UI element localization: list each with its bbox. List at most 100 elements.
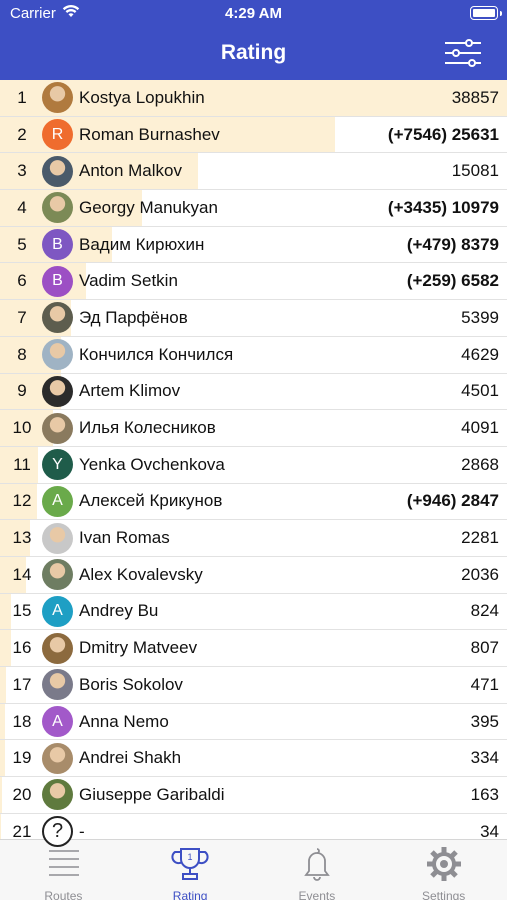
rank-number: 14	[12, 564, 32, 584]
user-name: Kostya Lopukhin	[79, 87, 205, 107]
user-name: Anna Nemo	[79, 711, 169, 731]
user-name: Ivan Romas	[79, 528, 170, 548]
rank-number: 10	[12, 418, 32, 438]
rating-row[interactable]: 10 Илья Колесников 4091	[0, 410, 507, 447]
rating-row[interactable]: 3 Anton Malkov 15081	[0, 153, 507, 191]
user-score: 34	[480, 821, 499, 841]
user-score: 334	[470, 748, 499, 768]
tab-routes[interactable]: Routes	[0, 840, 127, 900]
user-score: 5399	[461, 307, 499, 327]
rank-number: 11	[13, 454, 31, 474]
tab-label: Events	[298, 889, 336, 900]
rating-row[interactable]: 11 Y Yenka Ovchenkova 2868	[0, 446, 507, 484]
user-score: 163	[470, 784, 499, 804]
clock-label: 4:29 AM	[225, 5, 282, 22]
rank-number: 16	[12, 638, 32, 658]
avatar: A	[42, 706, 73, 738]
user-score: 4091	[461, 418, 499, 438]
rating-row[interactable]: 15 A Andrey Bu 824	[0, 593, 507, 631]
svg-text:1: 1	[188, 852, 193, 862]
avatar: R	[42, 119, 73, 151]
rank-number: 20	[12, 784, 32, 804]
rating-row[interactable]: 17 Boris Sokolov 471	[0, 667, 507, 704]
rating-list[interactable]: 1 Kostya Lopukhin 38857 2 R Roman Burnashev (+…	[0, 80, 507, 851]
bell-icon	[297, 845, 337, 888]
user-score: (+3435) 10979	[387, 197, 499, 217]
tab-rating[interactable]: 1 Rating	[127, 840, 254, 900]
avatar: В	[42, 265, 73, 297]
avatar	[42, 742, 73, 774]
rating-row[interactable]: 16 Dmitry Matveev 807	[0, 630, 507, 667]
question-mark-icon: ?	[42, 816, 73, 848]
rating-row[interactable]: 2 R Roman Burnashev (+7546) 25631	[0, 116, 507, 154]
user-name: Алексей Крикунов	[79, 491, 223, 511]
user-score: 38857	[451, 87, 499, 107]
rating-row[interactable]: 1 Kostya Lopukhin 38857	[0, 80, 507, 117]
tab-bar: Routes 1 Rating Events Settings	[0, 839, 507, 900]
user-score: 4629	[461, 344, 499, 364]
user-name: Вадим Кирюхин	[79, 234, 205, 254]
user-name: Andrey Bu	[79, 601, 159, 621]
rating-row[interactable]: 12 А Алексей Крикунов (+946) 2847	[0, 483, 507, 521]
rating-row[interactable]: 14 Alex Kovalevsky 2036	[0, 556, 507, 594]
user-name: Andrei Shakh	[79, 748, 182, 768]
rating-row[interactable]: 13 Ivan Romas 2281	[0, 520, 507, 557]
rank-number: 7	[17, 307, 27, 327]
rating-row[interactable]: 9 Artem Klimov 4501	[0, 373, 507, 411]
user-score: 2281	[461, 528, 499, 548]
rank-number: 8	[17, 344, 27, 364]
user-score: (+479) 8379	[406, 234, 499, 254]
user-score: (+946) 2847	[406, 491, 499, 511]
rating-row[interactable]: 7 Эд Парфёнов 5399	[0, 300, 507, 337]
user-name: Giuseppe Garibaldi	[79, 784, 225, 804]
tab-events[interactable]: Events	[254, 840, 381, 900]
rank-number: 18	[12, 711, 32, 731]
rank-number: 21	[12, 821, 32, 841]
user-score: (+259) 6582	[406, 271, 499, 291]
routes-list-icon	[43, 845, 83, 888]
tab-label: Rating	[172, 889, 208, 900]
rating-row[interactable]: 20 Giuseppe Garibaldi 163	[0, 777, 507, 814]
tab-settings[interactable]: Settings	[380, 840, 507, 900]
avatar	[42, 779, 73, 811]
user-score: (+7546) 25631	[387, 124, 499, 144]
rating-row[interactable]: 8 Кончился Кончился 4629	[0, 336, 507, 374]
user-name: Dmitry Matveev	[79, 638, 198, 658]
user-name: Yenka Ovchenkova	[79, 454, 225, 474]
rating-row[interactable]: 18 A Anna Nemo 395	[0, 703, 507, 741]
rating-row[interactable]: 19 Andrei Shakh 334	[0, 740, 507, 778]
filter-sliders-icon[interactable]	[443, 37, 483, 69]
tab-label: Routes	[44, 889, 83, 900]
user-name: Artem Klimov	[79, 381, 181, 401]
avatar: Y	[42, 449, 73, 481]
rank-number: 19	[12, 748, 32, 768]
user-name: Roman Burnashev	[79, 124, 220, 144]
user-score: 471	[470, 674, 499, 694]
status-bar: Carrier 4:29 AM	[0, 0, 507, 28]
user-name: Кончился Кончился	[79, 344, 234, 364]
rank-number: 12	[12, 491, 32, 511]
rank-number: 2	[17, 124, 27, 144]
avatar	[42, 559, 73, 591]
user-name: Georgy Manukyan	[79, 197, 218, 217]
rank-number: 5	[17, 234, 27, 254]
user-score: 4501	[461, 381, 499, 401]
avatar	[42, 412, 73, 444]
user-name: -	[79, 821, 85, 841]
avatar: A	[42, 595, 73, 627]
user-name: Boris Sokolov	[79, 674, 183, 694]
user-name: Илья Колесников	[79, 418, 216, 438]
rank-number: 15	[12, 601, 32, 621]
user-score: 2036	[461, 564, 499, 584]
tab-label: Settings	[421, 889, 466, 900]
rating-row[interactable]: 5 В Вадим Кирюхин (+479) 8379	[0, 226, 507, 264]
user-name: Anton Malkov	[79, 161, 182, 181]
user-score: 15081	[451, 161, 499, 181]
battery-icon	[470, 6, 502, 20]
rating-row[interactable]: 6 В Vadim Setkin (+259) 6582	[0, 263, 507, 301]
rating-row[interactable]: 4 Georgy Manukyan (+3435) 10979	[0, 190, 507, 227]
rank-number: 6	[17, 271, 27, 291]
rank-number: 9	[17, 381, 27, 401]
navigation-header: Carrier 4:29 AM Rating	[0, 0, 507, 80]
user-name: Vadim Setkin	[79, 271, 178, 291]
